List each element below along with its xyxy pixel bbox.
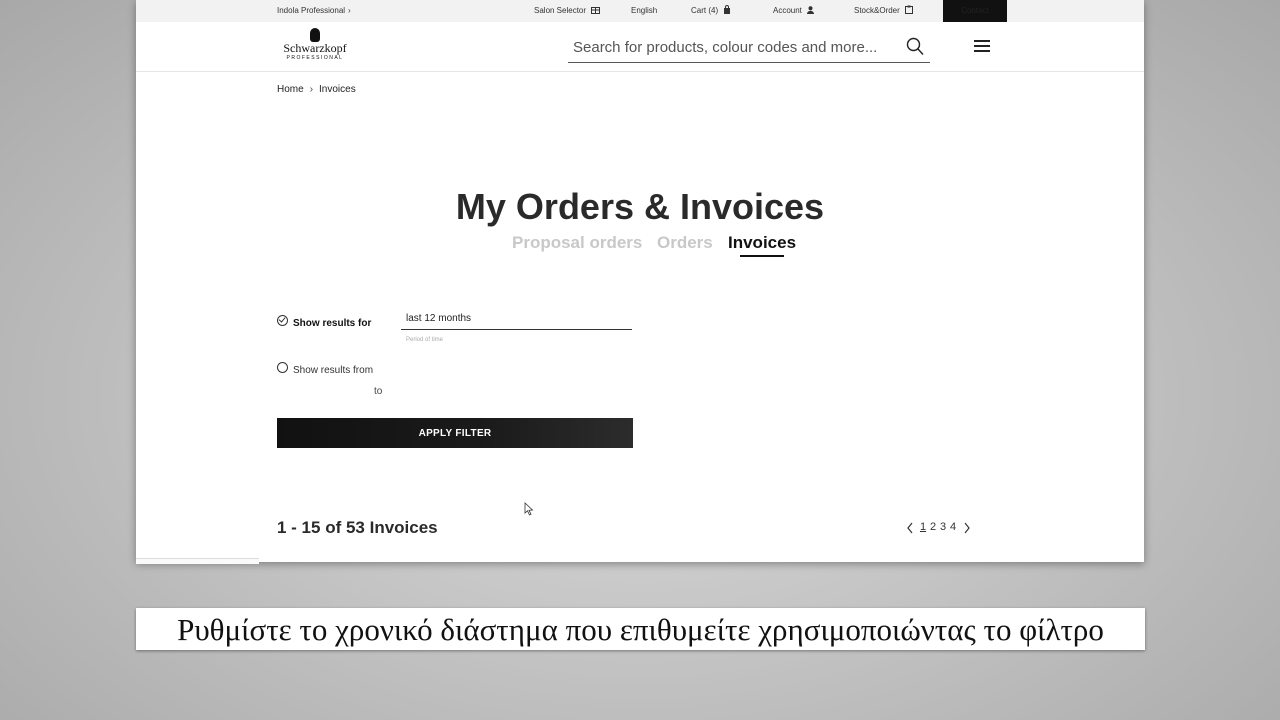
mouse-pointer-icon	[524, 502, 534, 516]
cart-link[interactable]: Cart (4)	[691, 0, 731, 22]
period-option-label: Show results for	[293, 318, 372, 329]
range-option-label: Show results from	[293, 365, 374, 376]
range-option[interactable]: Show results from	[277, 362, 397, 376]
tab-proposal-orders[interactable]: Proposal orders	[512, 233, 642, 253]
chevron-left-icon[interactable]	[906, 521, 914, 535]
radio-checked-icon[interactable]	[277, 315, 288, 326]
search-icon[interactable]	[906, 37, 924, 57]
language-label: English	[631, 6, 658, 15]
video-subtitle: Ρυθμίστε το χρονικό διάστημα που επιθυμε…	[136, 608, 1145, 650]
page-link-1[interactable]: 1	[920, 521, 926, 533]
indola-label: Indola Professional	[277, 6, 346, 15]
stock-order-link[interactable]: Stock&Order	[854, 0, 914, 22]
chevron-right-icon: ›	[348, 6, 351, 15]
account-link[interactable]: Account	[773, 0, 815, 22]
chevron-right-icon[interactable]	[963, 521, 971, 535]
account-label: Account	[773, 6, 802, 15]
bag-icon	[724, 5, 731, 14]
tab-orders[interactable]: Orders	[657, 233, 713, 253]
search-input[interactable]	[568, 34, 893, 60]
page-title: My Orders & Invoices	[455, 186, 825, 227]
breadcrumb-current: Invoices	[319, 84, 356, 95]
period-option[interactable]: Show results for	[277, 315, 397, 329]
page-link-4[interactable]: 4	[950, 521, 956, 533]
contact-button[interactable]: Contact	[943, 0, 1007, 22]
schwarzkopf-logo[interactable]: Schwarzkopf PROFESSIONAL	[280, 28, 350, 68]
logo-sub-text: PROFESSIONAL	[286, 55, 344, 61]
to-label: to	[374, 386, 383, 397]
salon-selector-label: Salon Selector	[534, 6, 587, 15]
breadcrumb-home[interactable]: Home	[277, 84, 304, 95]
results-summary: 1 - 15 of 53 Invoices	[277, 518, 438, 537]
salon-selector-link[interactable]: Salon Selector	[534, 0, 601, 22]
period-select-value: last 12 months	[406, 313, 472, 324]
radio-unchecked-icon[interactable]	[277, 362, 288, 373]
site-header: Schwarzkopf PROFESSIONAL	[136, 22, 1144, 72]
contact-label: Contact	[961, 6, 989, 15]
cart-label: Cart (4)	[691, 6, 719, 15]
tab-invoices[interactable]: Invoices	[728, 233, 796, 257]
clipboard-icon	[905, 5, 914, 14]
page-link-3[interactable]: 3	[940, 521, 946, 533]
breadcrumb: Home › Invoices	[277, 84, 356, 95]
logo-silhouette-icon	[310, 28, 320, 42]
logo-brand-text: Schwarzkopf	[283, 41, 347, 55]
browser-window: Indola Professional › Salon Selector Engl…	[136, 0, 1144, 562]
period-hint: Period of time	[406, 337, 444, 343]
salon-icon	[591, 7, 601, 14]
cookie-tab[interactable]	[136, 558, 259, 564]
search-bar	[568, 34, 930, 63]
chevron-right-icon: ›	[309, 84, 314, 95]
stock-order-label: Stock&Order	[854, 6, 900, 15]
page-link-2[interactable]: 2	[930, 521, 936, 533]
language-selector[interactable]: English	[631, 0, 657, 22]
period-select[interactable]: last 12 months	[401, 313, 632, 330]
indola-link[interactable]: Indola Professional ›	[277, 0, 351, 22]
apply-filter-button[interactable]: APPLY FILTER	[277, 418, 633, 448]
user-icon	[807, 6, 815, 14]
hamburger-menu-icon[interactable]	[974, 40, 990, 52]
top-utility-bar: Indola Professional › Salon Selector Engl…	[136, 0, 1144, 22]
